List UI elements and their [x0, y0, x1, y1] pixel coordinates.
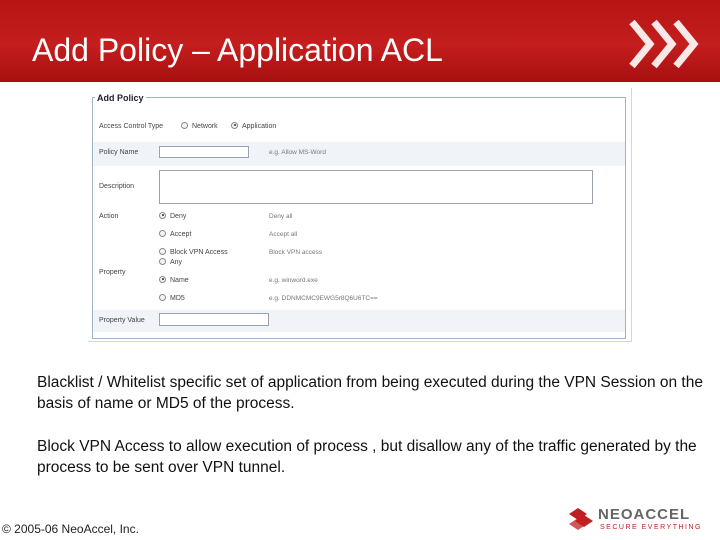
radio-block-vpn-access[interactable]: Block VPN Access	[159, 247, 228, 258]
radio-md5[interactable]: MD5	[159, 293, 185, 304]
radio-any[interactable]: Any	[159, 257, 182, 268]
paragraph-block-vpn: Block VPN Access to allow execution of p…	[37, 438, 697, 476]
block-vpn-hint: Block VPN access	[269, 249, 323, 256]
radio-application[interactable]: Application	[231, 121, 276, 132]
policy-name-label: Policy Name	[99, 149, 139, 156]
copyright-text: © 2005-06 NeoAccel, Inc.	[2, 522, 139, 536]
radio-icon	[181, 121, 188, 129]
chevrons-icon	[629, 19, 699, 69]
neoaccel-logo: NEOACCEL SECURE EVERYTHING	[566, 500, 716, 538]
accept-hint: Accept all	[269, 231, 298, 238]
radio-icon	[159, 293, 166, 301]
radio-selected-icon	[159, 211, 166, 219]
logo-tagline: SECURE EVERYTHING	[600, 524, 702, 531]
property-value-label: Property Value	[99, 317, 145, 324]
radio-icon	[159, 229, 166, 237]
radio-selected-icon	[159, 275, 166, 283]
radio-icon	[159, 257, 166, 265]
slide-title: Add Policy – Application ACL	[32, 32, 443, 68]
policy-name-hint: e.g. Allow MS-Word	[269, 149, 326, 156]
radio-selected-icon	[231, 121, 238, 129]
description-label: Description	[99, 183, 135, 190]
logo-wordmark: NEOACCEL	[598, 506, 691, 523]
paragraph-blacklist: Blacklist / Whitelist specific set of ap…	[37, 374, 703, 412]
add-policy-fieldset: Add Policy Access Control Type Network A…	[92, 92, 626, 339]
fieldset-legend: Add Policy	[95, 92, 146, 104]
name-hint: e.g. winword.exe	[269, 277, 318, 284]
description-textarea[interactable]	[159, 170, 593, 204]
add-policy-screenshot: Add Policy Access Control Type Network A…	[88, 88, 632, 342]
slide-header: Add Policy – Application ACL	[0, 0, 720, 82]
property-value-input[interactable]	[159, 313, 269, 326]
radio-icon	[159, 247, 166, 255]
action-label: Action	[99, 213, 119, 220]
property-label: Property	[99, 269, 126, 276]
deny-hint: Deny all	[269, 213, 293, 220]
policy-name-input[interactable]	[159, 146, 249, 158]
access-control-type-label: Access Control Type	[99, 123, 164, 130]
radio-accept[interactable]: Accept	[159, 229, 191, 240]
radio-network[interactable]: Network	[181, 121, 218, 132]
md5-hint: e.g. DDNMCMC9EWG5r8Q6U6TC==	[269, 295, 378, 302]
logo-mark-icon	[569, 508, 593, 530]
radio-name[interactable]: Name	[159, 275, 189, 286]
radio-deny[interactable]: Deny	[159, 211, 186, 222]
